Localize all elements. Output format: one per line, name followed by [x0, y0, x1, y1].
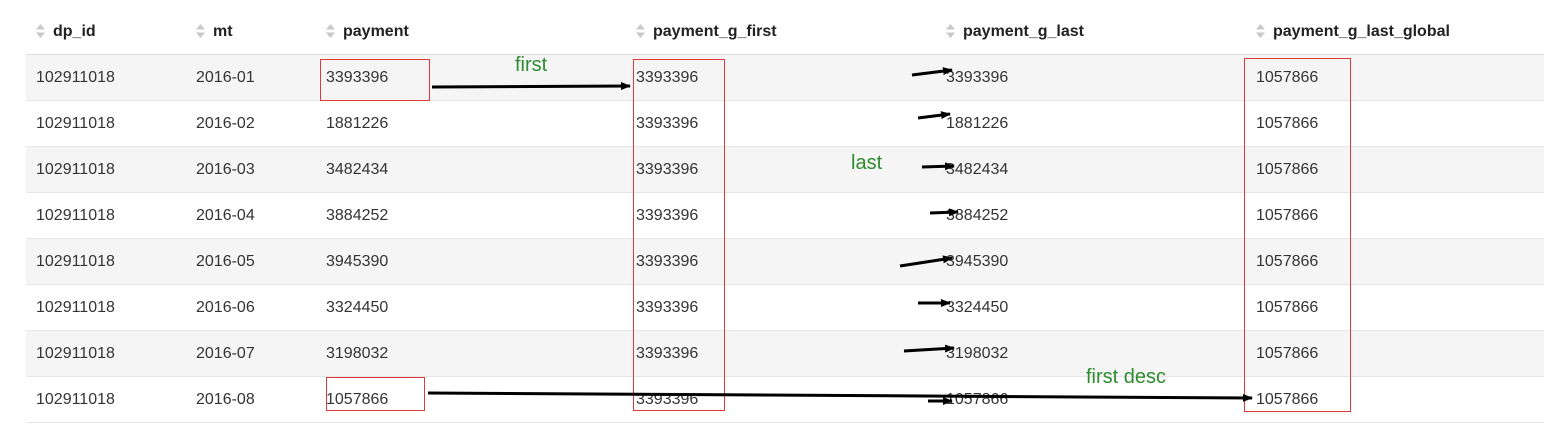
arrow-first: [431, 82, 631, 91]
arrow-last-row-5: [899, 255, 953, 268]
annotation-label-first-desc: first desc: [1086, 366, 1167, 388]
arrow-last-row-3: [921, 162, 955, 171]
annotation-arrows: [427, 67, 1253, 405]
annotated-table-screenshot: dp_id mt payment payment_g_first payment…: [0, 0, 1544, 432]
arrow-last-row-1: [911, 67, 953, 77]
arrow-last-row-2: [917, 111, 951, 120]
arrow-last-row-4: [929, 208, 959, 217]
arrow-first-desc: [427, 391, 1253, 402]
arrow-last-row-7: [903, 344, 955, 353]
annotation-label-first: first: [515, 54, 548, 76]
annotation-label-last: last: [851, 152, 883, 174]
